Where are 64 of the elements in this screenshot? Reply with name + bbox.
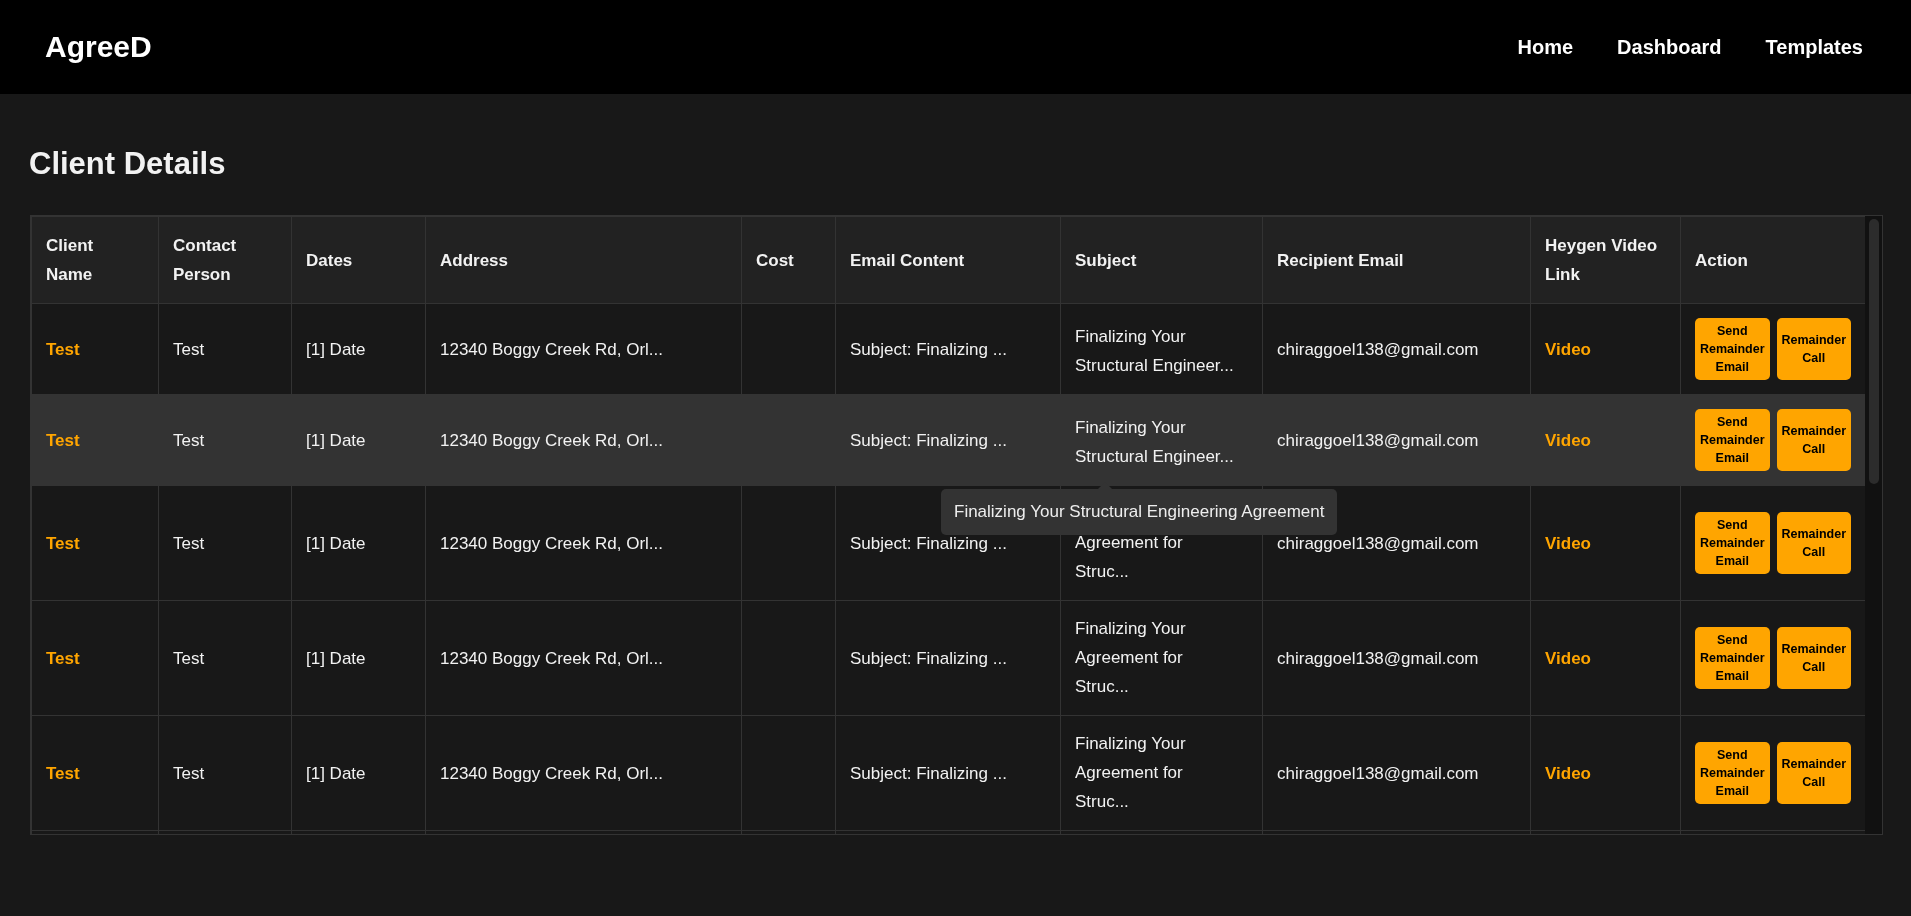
table-cell-text: Finalizing Your Agreement for Struc... [1075, 618, 1187, 698]
table-cell: Test [158, 485, 292, 601]
table-cell: Subject: Finalizing ... [835, 715, 1061, 831]
nav-link[interactable]: Dashboard [1617, 35, 1722, 59]
table-cell: [1] Date [291, 303, 426, 395]
video-link[interactable]: Video [1545, 533, 1591, 553]
table-cell: [1] Date [291, 485, 426, 601]
table-cell: Test [158, 715, 292, 831]
table-cell: 12340 Boggy Creek Rd, Orl... [425, 303, 742, 395]
scrollbar[interactable] [1865, 216, 1882, 834]
call-button[interactable]: Remainder Call [1776, 318, 1851, 380]
send-email-button[interactable]: Send Remainder Email [1695, 627, 1770, 689]
table-cell: Subject: Finalizing ... [835, 600, 1061, 716]
table-cell-text: Finalizing Your Structural Engineer... [1075, 417, 1235, 468]
page-title: Client Details [29, 146, 227, 183]
nav-link[interactable]: Home [1517, 35, 1574, 59]
send-email-button[interactable]: Send Remainder Email [1695, 742, 1770, 804]
client-name-cell: Test [31, 394, 159, 486]
table-cell: chiraggoel138@gmail.com [1262, 715, 1531, 831]
send-email-button[interactable]: Send Remainder Email [1695, 409, 1770, 471]
column-header: Cost [741, 216, 836, 304]
video-link[interactable]: Video [1545, 648, 1591, 668]
table-cell-text: Finalizing Your Agreement for Struc... [1075, 733, 1187, 813]
table-cell: chiraggoel138@gmail.com [1262, 303, 1531, 395]
call-button[interactable]: Remainder Call [1776, 409, 1851, 471]
call-button[interactable]: Remainder Call [1776, 512, 1851, 574]
column-header: Dates [291, 216, 426, 304]
call-button[interactable]: Remainder Call [1776, 627, 1851, 689]
column-header: Recipient Email [1262, 216, 1531, 304]
column-header: Heygen Video Link [1530, 216, 1681, 304]
column-header: Email Content [835, 216, 1061, 304]
client-name-cell: Test [31, 600, 159, 716]
column-header: Client Name [31, 216, 159, 304]
column-header: Contact Person [158, 216, 292, 304]
call-button[interactable]: Remainder Call [1776, 742, 1851, 804]
table-cell: [1] Date [291, 600, 426, 716]
send-email-button[interactable]: Send Remainder Email [1695, 512, 1770, 574]
video-link[interactable]: Video [1545, 763, 1591, 783]
column-header: Action [1680, 216, 1865, 304]
table-cell: chiraggoel138@gmail.com [1262, 600, 1531, 716]
table-cell: Test [158, 394, 292, 486]
video-link[interactable]: Video [1545, 339, 1591, 359]
table-cell: [1] Date [291, 394, 426, 486]
table-cell: Subject: Finalizing ... [835, 303, 1061, 395]
column-header: Subject [1060, 216, 1263, 304]
nav-link[interactable]: Templates [1765, 35, 1863, 59]
table-cell: [1] Date [291, 715, 426, 831]
send-email-button[interactable]: Send Remainder Email [1695, 318, 1770, 380]
client-name-cell: Test [31, 303, 159, 395]
table-cell: 12340 Boggy Creek Rd, Orl... [425, 715, 742, 831]
column-header: Address [425, 216, 742, 304]
video-link[interactable]: Video [1545, 430, 1591, 450]
table-cell: 12340 Boggy Creek Rd, Orl... [425, 394, 742, 486]
client-name-cell: Test [31, 715, 159, 831]
table-cell: Test [158, 303, 292, 395]
app-logo: AgreeD [45, 30, 152, 64]
client-name-cell: Test [31, 485, 159, 601]
table-cell-text: Agreement for Struc... [1075, 532, 1184, 583]
table-cell: Test [158, 600, 292, 716]
table-cell: chiraggoel138@gmail.com [1262, 394, 1531, 486]
table-cell: 12340 Boggy Creek Rd, Orl... [425, 600, 742, 716]
table-cell: 12340 Boggy Creek Rd, Orl... [425, 485, 742, 601]
table-cell: Subject: Finalizing ... [835, 394, 1061, 486]
table-cell-text: Finalizing Your Structural Engineer... [1075, 326, 1235, 377]
